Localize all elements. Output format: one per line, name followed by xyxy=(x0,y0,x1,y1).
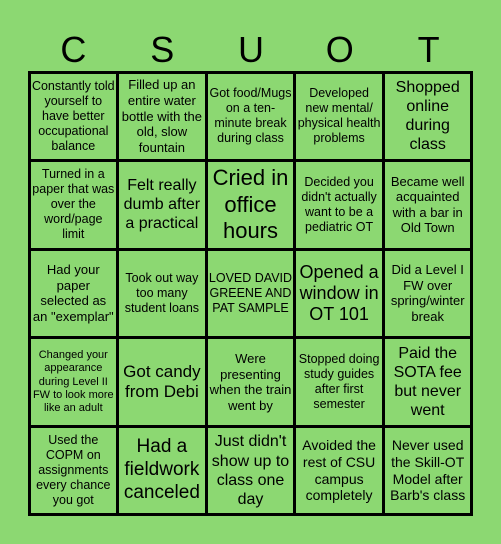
bingo-cell[interactable]: Got candy from Debi xyxy=(119,339,205,425)
bingo-cell[interactable]: Shopped online during class xyxy=(384,73,471,160)
bingo-cell[interactable]: Had a fieldwork canceled xyxy=(119,427,205,514)
bingo-cell[interactable]: Were presenting when the train went by xyxy=(207,339,294,425)
bingo-cell[interactable]: Turned in a paper that was over the word… xyxy=(30,162,117,248)
bingo-cell[interactable]: Changed your appearance during Level II … xyxy=(30,339,117,425)
bingo-cell[interactable]: LOVED DAVID GREENE AND PAT SAMPLE xyxy=(207,250,294,337)
bingo-cell[interactable]: Took out way too many student loans xyxy=(119,250,205,337)
bingo-cell[interactable]: Cried in office hours xyxy=(207,162,294,248)
header-letter-t: T xyxy=(417,29,440,70)
bingo-cell[interactable]: Never used the Skill-OT Model after Barb… xyxy=(384,427,471,514)
header-letter-o: O xyxy=(325,29,354,70)
bingo-cell[interactable]: Had your paper selected as an "exemplar" xyxy=(30,250,117,337)
bingo-cell[interactable]: Opened a window in OT 101 xyxy=(296,250,382,337)
bingo-cell[interactable]: Just didn't show up to class one day xyxy=(207,427,294,514)
bingo-cell[interactable]: Did a Level I FW over spring/winter brea… xyxy=(384,250,471,337)
bingo-cell[interactable]: Felt really dumb after a practical xyxy=(119,162,205,248)
bingo-cell[interactable]: Used the COPM on assignments every chanc… xyxy=(30,427,117,514)
bingo-cell[interactable]: Paid the SOTA fee but never went xyxy=(384,339,471,425)
bingo-board: Constantly told yourself to have better … xyxy=(28,71,473,516)
bingo-cell[interactable]: Avoided the rest of CSU campus completel… xyxy=(296,427,382,514)
bingo-cell[interactable]: Stopped doing study guides after first s… xyxy=(296,339,382,425)
bingo-cell[interactable]: Developed new mental/ physical health pr… xyxy=(296,73,382,160)
bingo-cell[interactable]: Filled up an entire water bottle with th… xyxy=(119,73,205,160)
bingo-cell[interactable]: Constantly told yourself to have better … xyxy=(30,73,117,160)
bingo-header: C S U O T xyxy=(29,30,473,70)
bingo-cell[interactable]: Became well acquainted with a bar in Old… xyxy=(384,162,471,248)
header-letter-c: C xyxy=(60,29,87,70)
header-letter-s: S xyxy=(150,29,175,70)
header-letter-u: U xyxy=(237,29,264,70)
bingo-cell[interactable]: Got food/Mugs on a ten-minute break duri… xyxy=(207,73,294,160)
bingo-cell[interactable]: Decided you didn't actually want to be a… xyxy=(296,162,382,248)
